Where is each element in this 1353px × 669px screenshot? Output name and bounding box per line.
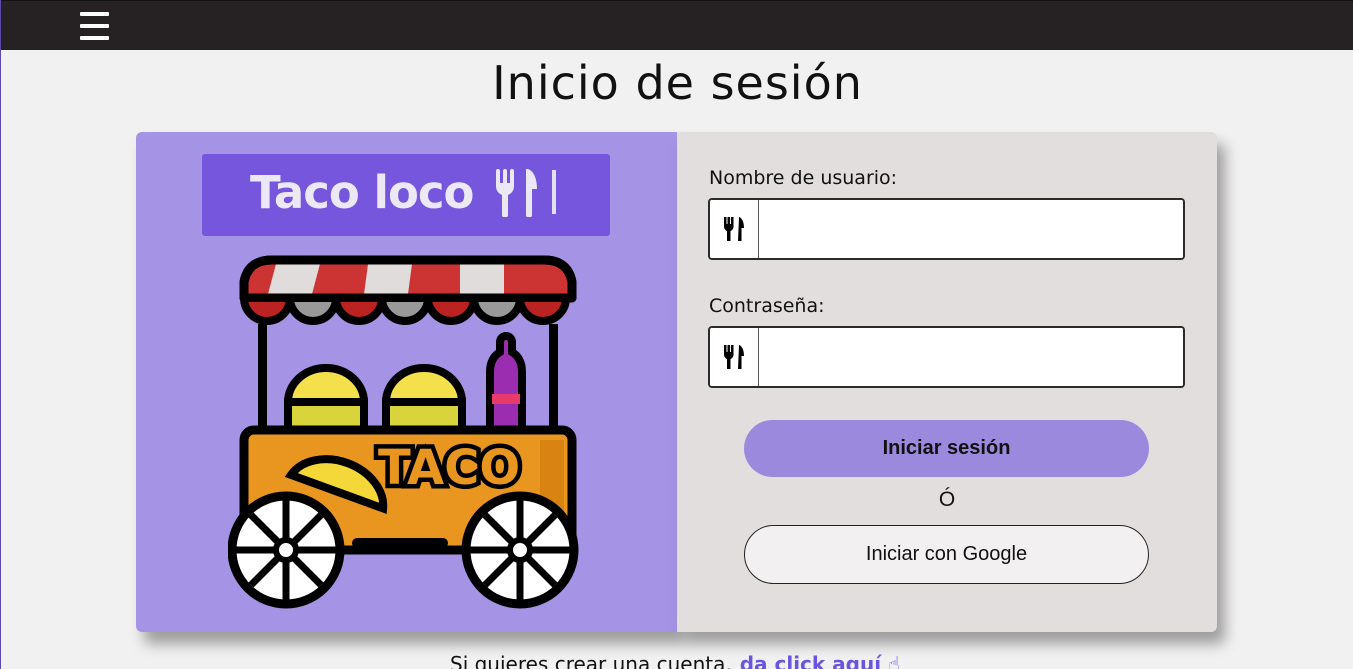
google-login-button[interactable]: Iniciar con Google [744, 525, 1149, 584]
signup-prompt: Si quieres crear una cuenta, da click aqu… [450, 652, 900, 669]
or-separator: Ó [938, 488, 956, 511]
username-label: Nombre de usuario: [709, 167, 898, 189]
login-form-panel: Nombre de usuario: Contraseña: Iniciar s… [677, 132, 1217, 632]
page-title: Inicio de sesión [492, 56, 863, 110]
signup-prompt-text: Si quieres crear una cuenta, [450, 652, 732, 669]
login-button[interactable]: Iniciar sesión [744, 420, 1149, 477]
password-label: Contraseña: [709, 295, 825, 317]
password-field-group [708, 326, 1185, 388]
brand-banner: Taco loco [202, 154, 610, 236]
signup-link-text: da click aquí [739, 652, 882, 669]
hamburger-menu-icon[interactable] [80, 12, 110, 40]
brand-name: Taco loco [250, 166, 474, 219]
text-cursor [552, 170, 556, 214]
top-navbar [1, 0, 1353, 50]
utensils-icon [494, 169, 538, 221]
taco-cart-illustration: TACO [228, 255, 579, 609]
pointing-hand-icon: ☝ [888, 652, 901, 669]
utensils-icon [710, 200, 759, 258]
brand-panel: Taco loco TACO [136, 132, 677, 632]
password-input[interactable] [760, 328, 1183, 386]
username-field-group [708, 198, 1185, 260]
utensils-icon [710, 328, 759, 386]
signup-link[interactable]: da click aquí ☝ [740, 652, 901, 669]
cart-sign-text: TACO [378, 440, 520, 496]
username-input[interactable] [760, 200, 1183, 258]
